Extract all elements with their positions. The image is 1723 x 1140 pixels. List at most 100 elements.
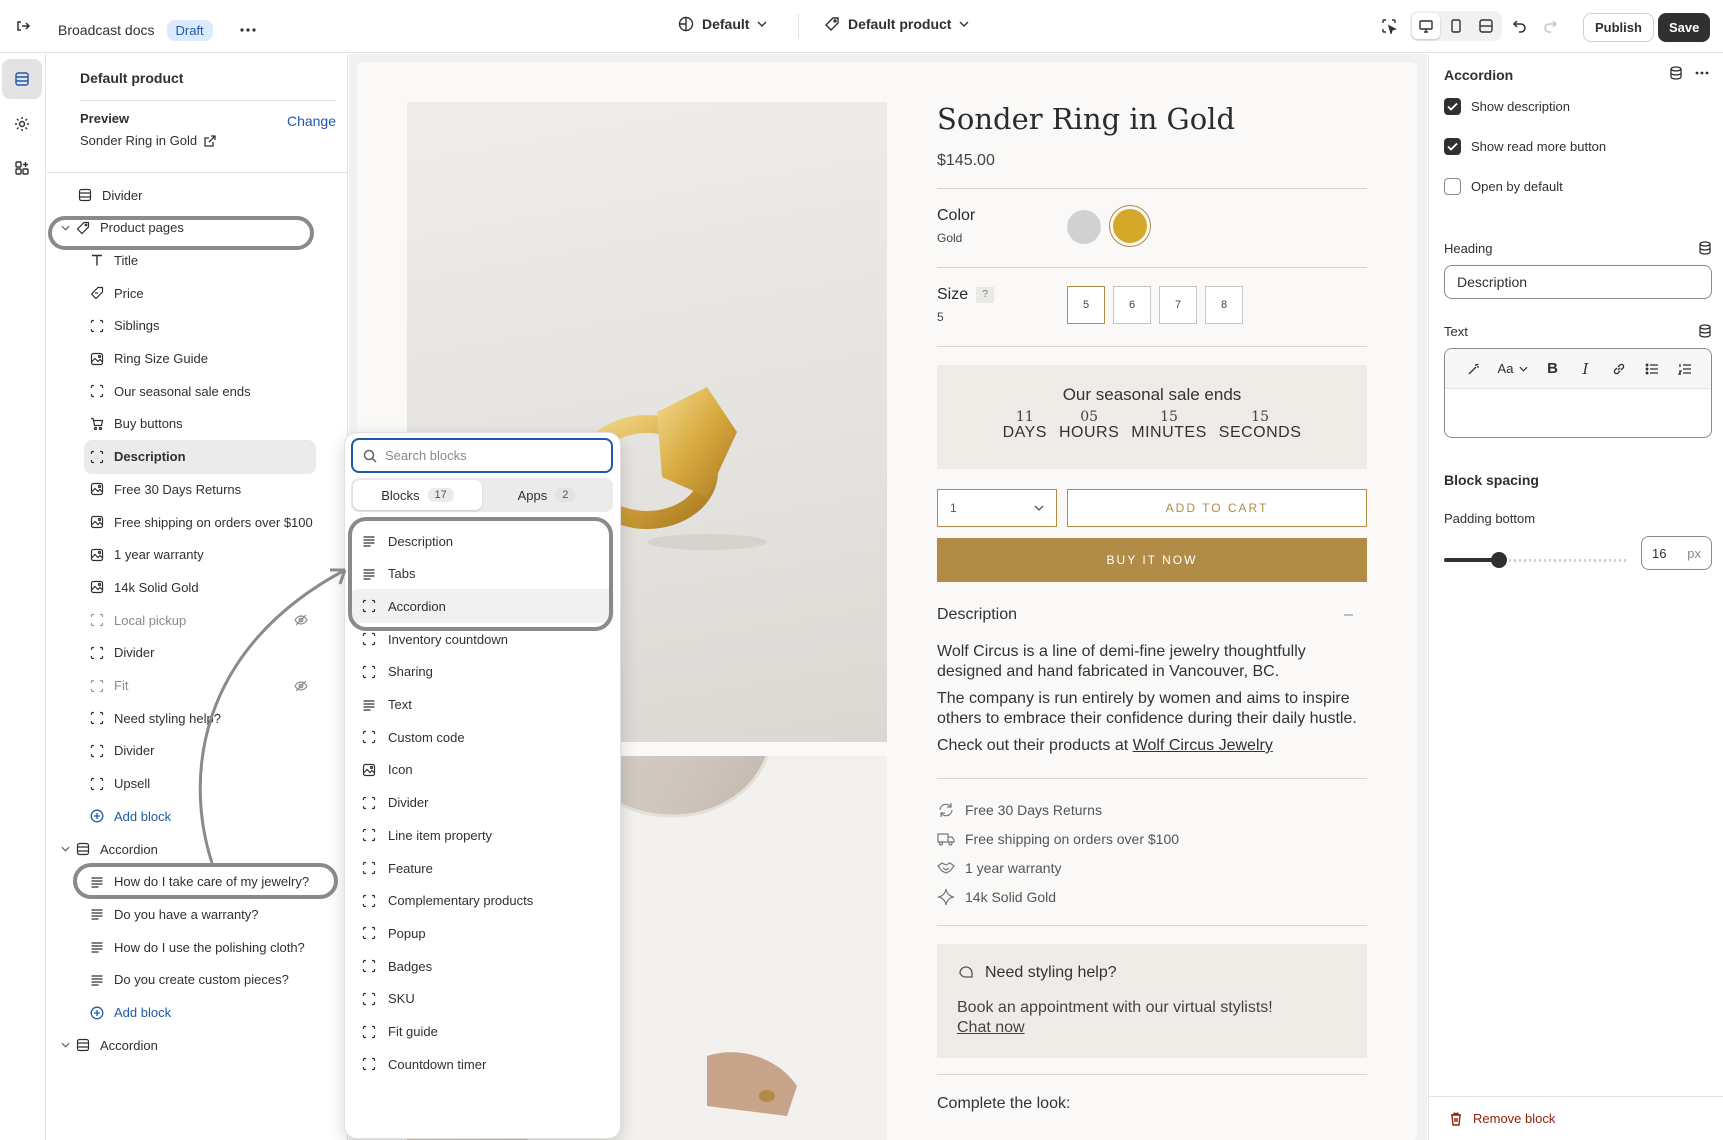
tab-blocks[interactable]: Blocks 17	[353, 480, 482, 510]
slider-handle[interactable]	[1490, 552, 1507, 568]
wolf-circus-link[interactable]: Wolf Circus Jewelry	[1133, 737, 1273, 754]
link-icon[interactable]	[1602, 362, 1635, 376]
block-option-divider[interactable]: Divider	[350, 786, 614, 820]
block-option-sharing[interactable]: Sharing	[350, 655, 614, 689]
block-option-description[interactable]: Description	[350, 524, 614, 558]
italic-button[interactable]: I	[1569, 360, 1602, 378]
checkbox-box[interactable]	[1444, 138, 1461, 155]
checkbox-show-description[interactable]: Show description	[1444, 98, 1570, 115]
tree-item-description[interactable]: Description	[84, 439, 316, 474]
block-option-line-item-property[interactable]: Line item property	[350, 818, 614, 852]
tree-item-ring-size-guide[interactable]: Ring Size Guide	[84, 342, 316, 376]
tree-item-siblings[interactable]: Siblings	[84, 309, 316, 343]
settings-gear-icon[interactable]	[2, 104, 42, 144]
swatch-silver[interactable]	[1067, 210, 1101, 244]
remove-block-button[interactable]: Remove block	[1429, 1096, 1723, 1140]
block-option-fit-guide[interactable]: Fit guide	[350, 1015, 614, 1049]
tree-item-buy-buttons[interactable]: Buy buttons	[84, 407, 316, 441]
inspector-icon[interactable]	[1374, 11, 1404, 41]
tree-item-free-shipping-on-orders-over-100[interactable]: Free shipping on orders over $100	[84, 505, 316, 539]
tree-item-product-pages[interactable]: Product pages	[57, 211, 316, 245]
bold-button[interactable]: B	[1536, 360, 1569, 377]
section-icon	[78, 188, 92, 202]
fullwidth-icon[interactable]	[1472, 13, 1500, 39]
size-option-8[interactable]: 8	[1205, 286, 1243, 324]
add-to-cart-button[interactable]: ADD TO CART	[1067, 489, 1367, 527]
chevron-down-icon[interactable]	[61, 1042, 70, 1048]
tree-item-price[interactable]: Price	[84, 276, 316, 310]
block-option-badges[interactable]: Badges	[350, 949, 614, 983]
tree-item-add-block[interactable]: Add block	[84, 996, 316, 1030]
description-accordion[interactable]: Description –	[937, 606, 1367, 624]
checkbox-show-read-more-button[interactable]: Show read more button	[1444, 138, 1606, 155]
magic-icon[interactable]	[1457, 362, 1490, 376]
checkbox-box[interactable]	[1444, 178, 1461, 195]
sections-icon[interactable]	[2, 59, 42, 99]
block-option-sku[interactable]: SKU	[350, 982, 614, 1016]
dynamic-source-icon[interactable]	[1698, 241, 1712, 255]
undo-icon[interactable]	[1505, 11, 1535, 41]
chevron-down-icon[interactable]	[61, 225, 70, 231]
heading-input[interactable]: Description	[1444, 265, 1712, 299]
save-button[interactable]: Save	[1658, 13, 1711, 42]
color-option: Color Gold	[937, 205, 1367, 257]
size-option-5[interactable]: 5	[1067, 286, 1105, 324]
padding-unit: px	[1687, 545, 1701, 561]
tree-item-do-you-have-a-warranty[interactable]: Do you have a warranty?	[84, 897, 316, 931]
tree-item-label: Divider	[102, 187, 143, 203]
palette-icon	[678, 16, 694, 32]
tree-item-accordion[interactable]: Accordion	[57, 1028, 316, 1062]
size-option-7[interactable]: 7	[1159, 286, 1197, 324]
block-option-complementary-products[interactable]: Complementary products	[350, 884, 614, 918]
block-option-text[interactable]: Text	[350, 688, 614, 722]
padding-slider[interactable]	[1444, 550, 1627, 570]
block-option-icon[interactable]: Icon	[350, 753, 614, 787]
buy-now-button[interactable]: BUY IT NOW	[937, 538, 1367, 582]
swatch-gold-ring[interactable]	[1109, 205, 1151, 247]
checkbox-box[interactable]	[1444, 98, 1461, 115]
search-input[interactable]: Search blocks	[351, 438, 613, 473]
publish-button[interactable]: Publish	[1583, 13, 1654, 42]
block-option-popup[interactable]: Popup	[350, 916, 614, 950]
tree-item-our-seasonal-sale-ends[interactable]: Our seasonal sale ends	[84, 374, 316, 408]
theme-dropdown[interactable]: Default	[678, 16, 767, 32]
numbered-list-icon[interactable]	[1668, 362, 1701, 376]
preview-change-link[interactable]: Change	[287, 113, 336, 129]
exit-icon[interactable]	[8, 11, 38, 41]
chevron-down-icon[interactable]	[61, 846, 70, 852]
block-option-inventory-countdown[interactable]: Inventory countdown	[350, 622, 614, 656]
more-icon[interactable]	[233, 15, 263, 45]
bullet-list-icon[interactable]	[1635, 362, 1668, 376]
remove-block-label: Remove block	[1473, 1111, 1556, 1126]
image-block-icon	[90, 352, 104, 366]
block-option-accordion[interactable]: Accordion	[350, 589, 614, 624]
tree-item-how-do-i-use-the-polishing-cloth[interactable]: How do I use the polishing cloth?	[84, 930, 316, 964]
tree-item-do-you-create-custom-pieces[interactable]: Do you create custom pieces?	[84, 963, 316, 997]
checkbox-open-by-default[interactable]: Open by default	[1444, 178, 1563, 195]
tree-item-divider[interactable]: Divider	[57, 178, 316, 212]
redo-icon[interactable]	[1535, 11, 1565, 41]
more-icon[interactable]	[1695, 66, 1709, 80]
template-dropdown[interactable]: Default product	[824, 16, 969, 32]
padding-input[interactable]: 16 px	[1641, 536, 1712, 570]
block-option-custom-code[interactable]: Custom code	[350, 720, 614, 754]
chat-now-link[interactable]: Chat now	[957, 1019, 1025, 1036]
block-option-countdown-timer[interactable]: Countdown timer	[350, 1047, 614, 1081]
tag-icon	[76, 221, 90, 235]
tree-item-title[interactable]: Title	[84, 243, 316, 277]
external-link-icon[interactable]	[204, 134, 216, 147]
tab-apps[interactable]: Apps 2	[482, 480, 611, 510]
dynamic-source-icon[interactable]	[1698, 324, 1712, 338]
countdown-unit: SECONDS	[1218, 424, 1302, 441]
database-icon[interactable]	[1669, 66, 1683, 80]
size-option-6[interactable]: 6	[1113, 286, 1151, 324]
font-size-dropdown[interactable]: Aa	[1490, 361, 1536, 376]
block-option-tabs[interactable]: Tabs	[350, 557, 614, 591]
quantity-select[interactable]: 1	[937, 489, 1057, 527]
tree-item-free-30-days-returns[interactable]: Free 30 Days Returns	[84, 472, 316, 506]
apps-icon[interactable]	[2, 148, 42, 188]
block-option-feature[interactable]: Feature	[350, 851, 614, 885]
mobile-icon[interactable]	[1442, 13, 1470, 39]
size-help[interactable]: ?	[976, 286, 995, 303]
desktop-icon[interactable]	[1412, 13, 1440, 39]
